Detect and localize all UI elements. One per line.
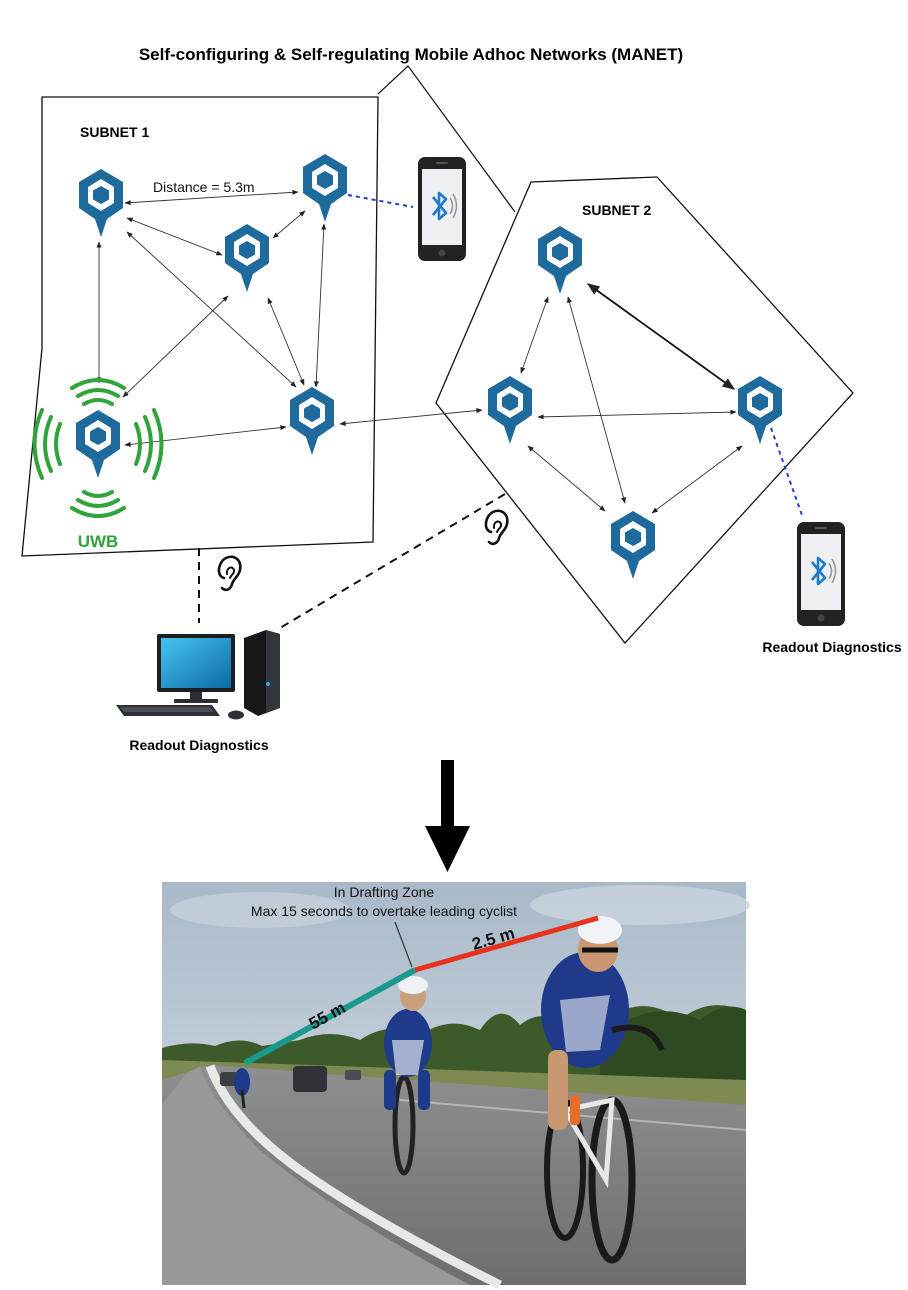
hexagon-node-icon [303,154,347,222]
bluetooth-link-2 [770,427,804,519]
hexagon-node-icon [290,387,334,455]
hexagon-node-icon [538,226,582,294]
readout-label-pc: Readout Diagnostics [129,737,268,753]
hexagon-node-icon [76,410,120,478]
inter-subnet-link [339,408,483,426]
drafting-zone-rule: Max 15 seconds to overtake leading cycli… [251,903,517,919]
distance-label: Distance = 5.3m [153,179,255,195]
cycling-photo: 55 m 2.5 m In Drafting Zone Max 15 secon… [162,882,750,1290]
hexagon-node-icon [225,224,269,292]
bluetooth-link-1 [347,194,414,208]
subnet1-label: SUBNET 1 [80,124,149,140]
hexagon-node-icon [79,169,123,237]
smartphone-icon [795,520,847,628]
ear-icon [217,555,242,592]
readout-link-subnet2 [279,493,506,629]
hexagon-node-icon [488,376,532,444]
drafting-zone-title: In Drafting Zone [334,884,435,900]
hexagon-node-icon [611,511,655,579]
diagram-title: Self-configuring & Self-regulating Mobil… [139,45,683,64]
down-arrow-icon [425,760,470,872]
manet-diagram: Self-configuring & Self-regulating Mobil… [21,45,902,1290]
smartphone-icon [416,155,468,263]
hexagon-node-icon [738,376,782,444]
desktop-computer-icon [116,630,280,720]
subnet2-label: SUBNET 2 [582,202,651,218]
subnet2-strong-link [586,283,736,390]
subnet2-links [520,296,743,514]
ear-icon [484,509,509,546]
readout-label-phone: Readout Diagnostics [762,639,901,655]
uwb-label: UWB [78,532,119,551]
